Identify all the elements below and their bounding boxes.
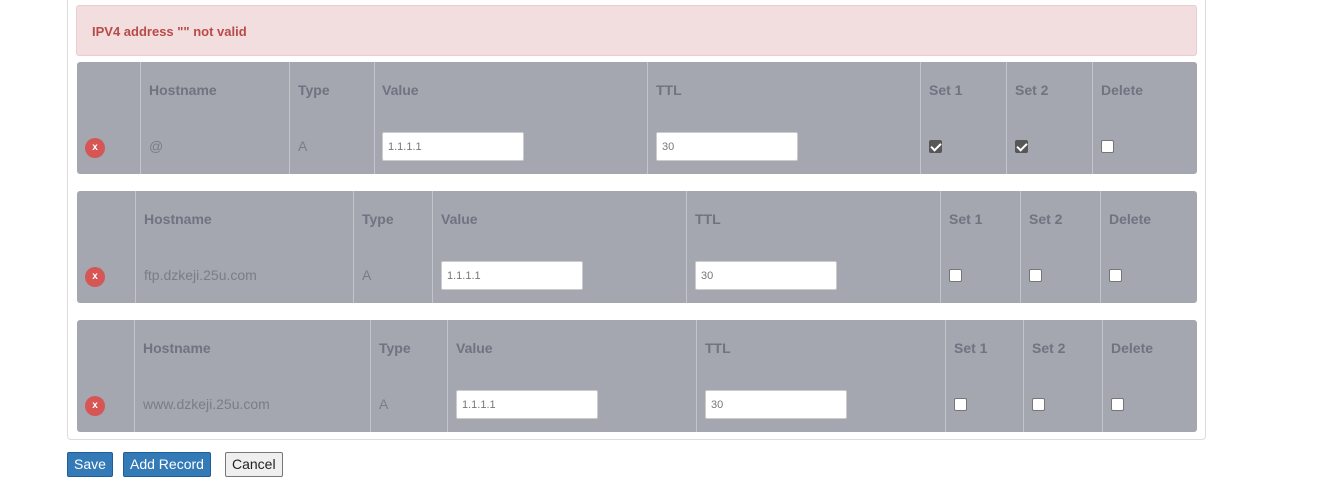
header-ttl: TTL bbox=[656, 82, 682, 98]
column-divider bbox=[353, 191, 354, 303]
header-ttl: TTL bbox=[695, 211, 721, 227]
header-type: Type bbox=[298, 82, 330, 98]
header-type: Type bbox=[362, 211, 394, 227]
header-type: Type bbox=[379, 340, 411, 356]
header-hostname: Hostname bbox=[143, 340, 211, 356]
ttl-input[interactable] bbox=[695, 261, 837, 290]
error-alert: IPV4 address "" not valid bbox=[76, 5, 1197, 56]
header-value: Value bbox=[456, 340, 493, 356]
header-value: Value bbox=[441, 211, 478, 227]
hostname-value: www.dzkeji.25u.com bbox=[143, 396, 270, 412]
column-divider bbox=[1020, 191, 1021, 303]
column-divider bbox=[289, 62, 290, 174]
column-divider bbox=[374, 62, 375, 174]
header-ttl: TTL bbox=[705, 340, 731, 356]
column-divider bbox=[920, 62, 921, 174]
dns-record-row: x Hostname Type Value TTL Set 1 Set 2 De… bbox=[77, 320, 1197, 432]
header-hostname: Hostname bbox=[149, 82, 217, 98]
column-divider bbox=[447, 320, 448, 432]
set2-checkbox[interactable] bbox=[1015, 140, 1028, 153]
type-value: A bbox=[379, 396, 389, 412]
column-divider bbox=[140, 62, 141, 174]
header-set2: Set 2 bbox=[1015, 82, 1049, 98]
set1-checkbox[interactable] bbox=[954, 398, 967, 411]
header-set1: Set 1 bbox=[954, 340, 988, 356]
add-record-button[interactable]: Add Record bbox=[123, 452, 211, 477]
column-divider bbox=[696, 320, 697, 432]
header-delete: Delete bbox=[1101, 82, 1144, 98]
column-divider bbox=[370, 320, 371, 432]
column-divider bbox=[1006, 62, 1007, 174]
delete-checkbox[interactable] bbox=[1111, 398, 1124, 411]
column-divider bbox=[945, 320, 946, 432]
ttl-input[interactable] bbox=[656, 132, 798, 161]
header-delete: Delete bbox=[1111, 340, 1154, 356]
column-divider bbox=[1100, 191, 1101, 303]
header-set1: Set 1 bbox=[949, 211, 983, 227]
set2-checkbox[interactable] bbox=[1029, 269, 1042, 282]
header-hostname: Hostname bbox=[144, 211, 212, 227]
type-value: A bbox=[362, 267, 372, 283]
column-divider bbox=[135, 191, 136, 303]
set1-checkbox[interactable] bbox=[949, 269, 962, 282]
column-divider bbox=[686, 191, 687, 303]
set1-checkbox[interactable] bbox=[929, 140, 942, 153]
column-divider bbox=[940, 191, 941, 303]
dns-record-row: x Hostname Type Value TTL Set 1 Set 2 De… bbox=[77, 62, 1197, 174]
set2-checkbox[interactable] bbox=[1032, 398, 1045, 411]
ttl-input[interactable] bbox=[705, 390, 847, 419]
value-input[interactable] bbox=[441, 261, 583, 290]
header-set1: Set 1 bbox=[929, 82, 963, 98]
delete-checkbox[interactable] bbox=[1101, 140, 1114, 153]
column-divider bbox=[1092, 62, 1093, 174]
column-divider bbox=[1102, 320, 1103, 432]
column-divider bbox=[134, 320, 135, 432]
value-input[interactable] bbox=[382, 132, 524, 161]
value-input[interactable] bbox=[456, 390, 598, 419]
delete-checkbox[interactable] bbox=[1109, 269, 1122, 282]
remove-record-icon[interactable]: x bbox=[85, 396, 105, 416]
dns-record-row: x Hostname Type Value TTL Set 1 Set 2 De… bbox=[77, 191, 1197, 303]
column-divider bbox=[432, 191, 433, 303]
save-button[interactable]: Save bbox=[67, 452, 113, 477]
remove-record-icon[interactable]: x bbox=[85, 138, 105, 158]
column-divider bbox=[647, 62, 648, 174]
cancel-button[interactable]: Cancel bbox=[225, 452, 283, 477]
header-delete: Delete bbox=[1109, 211, 1152, 227]
column-divider bbox=[1023, 320, 1024, 432]
hostname-value: @ bbox=[149, 138, 164, 154]
header-set2: Set 2 bbox=[1029, 211, 1063, 227]
hostname-value: ftp.dzkeji.25u.com bbox=[144, 267, 257, 283]
type-value: A bbox=[298, 138, 308, 154]
remove-record-icon[interactable]: x bbox=[85, 267, 105, 287]
header-set2: Set 2 bbox=[1032, 340, 1066, 356]
header-value: Value bbox=[382, 82, 419, 98]
